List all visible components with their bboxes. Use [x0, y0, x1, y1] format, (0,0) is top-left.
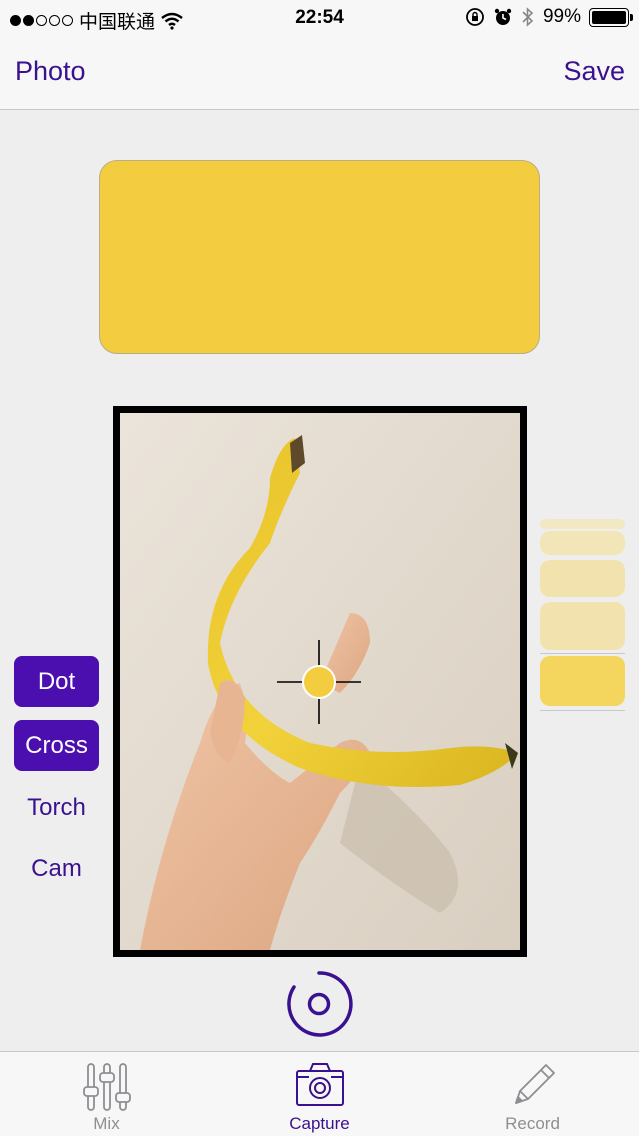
cam-button[interactable]: Cam — [14, 855, 99, 883]
cross-button[interactable]: Cross — [14, 720, 99, 771]
rotation-lock-icon — [466, 8, 484, 26]
history-swatch-3[interactable] — [540, 560, 625, 597]
capture-shutter-button[interactable] — [285, 970, 353, 1038]
status-right: 99% — [465, 6, 633, 28]
history-swatch-5[interactable] — [540, 656, 625, 706]
photo-button[interactable]: Photo — [15, 56, 86, 87]
tab-mix-label: Mix — [93, 1114, 120, 1133]
tab-bar: Mix Capture Record — [0, 1051, 639, 1136]
save-button[interactable]: Save — [563, 56, 625, 87]
history-swatch-2[interactable] — [540, 531, 625, 555]
history-divider — [540, 710, 625, 711]
sliders-icon — [82, 1063, 131, 1111]
torch-button[interactable]: Torch — [14, 794, 99, 822]
tab-mix[interactable]: Mix — [0, 1052, 213, 1136]
bluetooth-icon — [522, 7, 534, 27]
tab-record-label: Record — [505, 1114, 560, 1133]
history-swatch-1[interactable] — [540, 519, 625, 529]
pencil-icon — [514, 1064, 555, 1104]
tab-record[interactable]: Record — [426, 1052, 639, 1136]
history-divider — [540, 653, 625, 654]
status-bar: 中国联通 22:54 99% — [0, 0, 639, 38]
camera-icon — [295, 1063, 344, 1106]
battery-icon — [589, 7, 633, 27]
selected-color-swatch — [99, 160, 540, 354]
tab-capture[interactable]: Capture — [213, 1052, 426, 1136]
dot-button[interactable]: Dot — [14, 656, 99, 707]
navigation-bar: Photo Save — [0, 38, 639, 110]
tab-capture-label: Capture — [289, 1114, 350, 1133]
history-swatch-4[interactable] — [540, 602, 625, 650]
alarm-icon — [494, 8, 512, 25]
crosshair-target[interactable] — [277, 640, 361, 724]
battery-percent: 99% — [542, 6, 581, 27]
